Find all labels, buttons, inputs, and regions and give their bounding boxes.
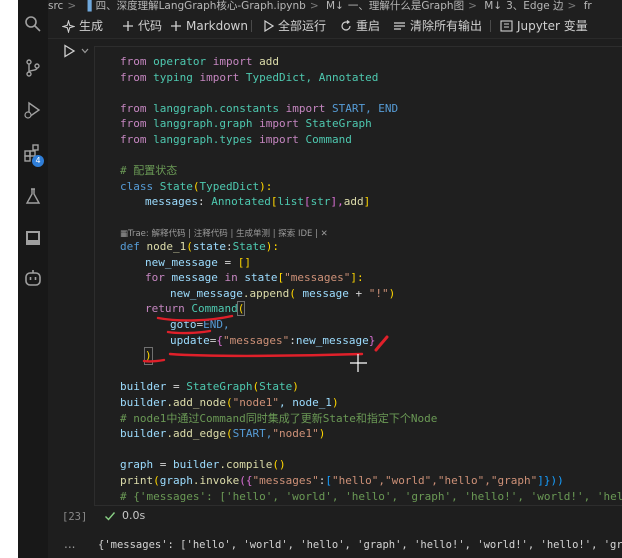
markdown-badge-2: M↓ (484, 0, 503, 12)
plus-icon (123, 21, 133, 31)
run-all-button[interactable]: 全部运行 (263, 14, 326, 38)
code-line: ) (144, 347, 153, 365)
check-icon (105, 512, 116, 521)
generate-button[interactable]: 生成 (62, 14, 103, 38)
source-control-icon[interactable] (23, 58, 43, 78)
sparkle-icon (62, 19, 75, 33)
code-line: class State(TypedDict): (120, 179, 273, 193)
panel-icon[interactable] (23, 228, 43, 248)
code-line: goto=END, (170, 318, 230, 331)
add-markdown-cell-button[interactable]: Markdown (170, 14, 248, 38)
extensions-badge: 4 (32, 155, 44, 167)
markdown-badge: M↓ (326, 0, 344, 12)
left-window-edge (0, 0, 18, 558)
chevron-down-icon[interactable] (80, 46, 90, 56)
code-line: graph = builder.compile() (120, 458, 286, 472)
ai-codelens[interactable]: ▦Trae: 解释代码 | 注释代码 | 生成单测 | 探索 IDE | ✕ (120, 227, 328, 239)
code-line: return Command( (145, 301, 246, 317)
breadcrumb-overflow[interactable]: fr (584, 0, 592, 12)
cell-status-bar: 0.0s (94, 506, 622, 526)
cell-output: {'messages': ['hello', 'world', 'hello',… (98, 539, 622, 551)
code-line: from operator import add (120, 55, 279, 68)
notebook-toolbar: 生成 代码 Markdown 全部运行 重启 清除所有输出 Jupyter 变量… (48, 14, 622, 39)
run-all-icon (264, 20, 274, 32)
breadcrumb: src > ▐ 四、深度理解LangGraph核心-Graph.ipynb > M↓ 一… (48, 0, 622, 14)
code-comment: # 配置状态 (120, 164, 178, 178)
execution-count: [23] (62, 511, 88, 523)
code-line: builder.add_node("node1", node_1) (120, 396, 339, 409)
code-cell-editor[interactable]: from operator import add from typing imp… (94, 46, 622, 506)
run-cell-button[interactable] (62, 44, 76, 58)
testing-flask-icon[interactable] (23, 186, 43, 206)
clear-all-icon (394, 22, 405, 30)
breadcrumb-src[interactable]: src (48, 0, 63, 12)
code-line: print(graph.invoke({"messages":["hello",… (120, 474, 564, 487)
notebook-file-icon: ▐ (83, 0, 92, 12)
output-actions-button[interactable]: ... (64, 537, 75, 551)
clear-outputs-button[interactable]: 清除所有输出 (393, 14, 482, 38)
code-comment: # {'messages': ['hello', 'world', 'hello… (120, 489, 622, 503)
execution-time: 0.0s (122, 509, 146, 522)
plus-icon (171, 21, 181, 31)
code-comment: # node1中通过Command同时集成了更新State和指定下个Node (120, 411, 438, 425)
run-debug-icon[interactable] (23, 100, 43, 120)
restart-icon (341, 20, 351, 31)
code-line: def node_1(state:State): (120, 240, 279, 253)
code-line: messages: Annotated[list[str],add] (145, 195, 371, 209)
code-line: from langgraph.constants import START, E… (120, 101, 399, 115)
code-line: new_message.append( message + "!") (170, 286, 396, 300)
code-line: update={"messages":new_message} (170, 333, 376, 347)
breadcrumb-heading-1[interactable]: 一、理解什么是Graph图 (348, 0, 464, 12)
code-line: from langgraph.graph import StateGraph (120, 117, 372, 131)
restart-button[interactable]: 重启 (340, 14, 380, 38)
add-code-cell-button[interactable]: 代码 (122, 14, 162, 38)
breadcrumb-file[interactable]: 四、深度理解LangGraph核心-Graph.ipynb (96, 0, 306, 12)
code-line: new_message = [] (145, 255, 251, 269)
code-line: for message in state["messages"]: (145, 271, 364, 285)
code-line: builder = StateGraph(State) (120, 380, 299, 394)
code-line: from typing import TypedDict, Annotated (120, 70, 379, 84)
activity-bar: 4 (18, 0, 48, 558)
breadcrumb-heading-2[interactable]: 3、Edge 边 (506, 0, 563, 12)
toolbar-divider (490, 20, 491, 32)
toolbar-divider (251, 20, 252, 32)
code-line: builder.add_edge(START,"node1") (120, 427, 326, 441)
code-line: from langgraph.types import Command (120, 133, 352, 146)
search-icon[interactable] (23, 14, 43, 34)
jupyter-variables-button[interactable]: Jupyter 变量 (500, 14, 588, 38)
variables-icon (500, 20, 513, 32)
ai-assistant-icon[interactable] (23, 268, 43, 288)
